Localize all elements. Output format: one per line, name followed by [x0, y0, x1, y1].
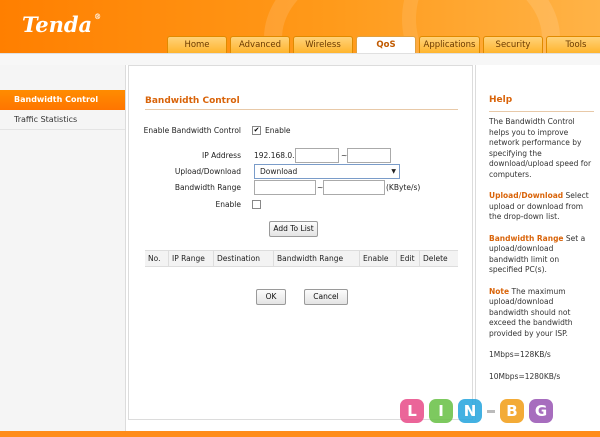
- watermark-letter: N: [458, 399, 482, 423]
- title-divider: [145, 109, 458, 110]
- ip-prefix: 192.168.0.: [254, 151, 295, 160]
- ok-button[interactable]: OK: [256, 289, 286, 305]
- top-nav: Home Advanced Wireless QoS Applications …: [167, 36, 600, 53]
- bandwidth-max-input[interactable]: [323, 180, 385, 195]
- add-to-list-button[interactable]: Add To List: [269, 221, 318, 237]
- bandwidth-range-label: Bandwidth Range: [174, 183, 241, 192]
- upload-download-select[interactable]: Download ▼: [254, 164, 400, 179]
- col-edit: Edit: [397, 251, 420, 266]
- help-note: Note The maximum upload/download bandwid…: [489, 286, 573, 338]
- ip-address-label: IP Address: [202, 151, 241, 160]
- ip-start-input[interactable]: [295, 148, 339, 163]
- sidebar-item-traffic-statistics[interactable]: Traffic Statistics: [0, 110, 125, 130]
- watermark-letter: I: [429, 399, 453, 423]
- watermark-dash: [487, 409, 495, 413]
- enable-bandwidth-checkbox[interactable]: ✔: [252, 126, 261, 135]
- linbg-watermark: L I N B G: [400, 399, 553, 423]
- watermark-letter: L: [400, 399, 424, 423]
- help-upload-download: Upload/Download Select upload or downloa…: [489, 191, 589, 221]
- tab-tools[interactable]: Tools: [546, 36, 600, 53]
- help-title: Help: [489, 95, 513, 105]
- cancel-button[interactable]: Cancel: [304, 289, 348, 305]
- rule-enable-checkbox[interactable]: [252, 200, 261, 209]
- rule-enable-label: Enable: [215, 200, 241, 209]
- help-panel: Help The Bandwidth Control helps you to …: [475, 65, 600, 420]
- rules-table-header: No. IP Range Destination Bandwidth Range…: [145, 250, 458, 267]
- sidebar-item-bandwidth-control[interactable]: Bandwidth Control: [0, 90, 125, 110]
- main-panel: Bandwidth Control Enable Bandwidth Contr…: [128, 65, 473, 420]
- bandwidth-min-input[interactable]: [254, 180, 316, 195]
- tab-home[interactable]: Home: [167, 36, 227, 53]
- watermark-letter: G: [529, 399, 553, 423]
- header-strip: [0, 53, 600, 65]
- page-title: Bandwidth Control: [145, 96, 240, 106]
- help-intro: The Bandwidth Control helps you to impro…: [489, 117, 592, 179]
- col-enable: Enable: [360, 251, 397, 266]
- tenda-logo: Tenda ®: [22, 12, 102, 37]
- tab-security[interactable]: Security: [483, 36, 543, 53]
- enable-bandwidth-label: Enable Bandwidth Control: [143, 126, 241, 135]
- ip-end-input[interactable]: [347, 148, 391, 163]
- tab-advanced[interactable]: Advanced: [230, 36, 290, 53]
- footer-bar: [0, 431, 600, 437]
- col-destination: Destination: [214, 251, 274, 266]
- enable-bandwidth-text: Enable: [265, 126, 291, 135]
- help-bandwidth-range: Bandwidth Range Set a upload/download ba…: [489, 233, 586, 275]
- sidebar: Bandwidth Control Traffic Statistics: [0, 65, 126, 437]
- help-conversion-2: 10Mbps=1280KB/s: [489, 371, 561, 381]
- col-bandwidth-range: Bandwidth Range: [274, 251, 360, 266]
- watermark-letter: B: [500, 399, 524, 423]
- dropdown-arrow-icon: ▼: [391, 168, 396, 175]
- help-conversion-1: 1Mbps=128KB/s: [489, 350, 551, 359]
- tab-wireless[interactable]: Wireless: [293, 36, 353, 53]
- upload-download-label: Upload/Download: [174, 167, 241, 176]
- bandwidth-unit: (KByte/s): [386, 183, 421, 192]
- col-no: No.: [145, 251, 169, 266]
- header: Tenda ® Home Advanced Wireless QoS Applic…: [0, 0, 600, 53]
- help-divider: [489, 111, 594, 112]
- tab-qos[interactable]: QoS: [356, 36, 416, 53]
- col-ip-range: IP Range: [169, 251, 214, 266]
- col-delete: Delete: [423, 254, 448, 263]
- tab-applications[interactable]: Applications: [419, 36, 480, 53]
